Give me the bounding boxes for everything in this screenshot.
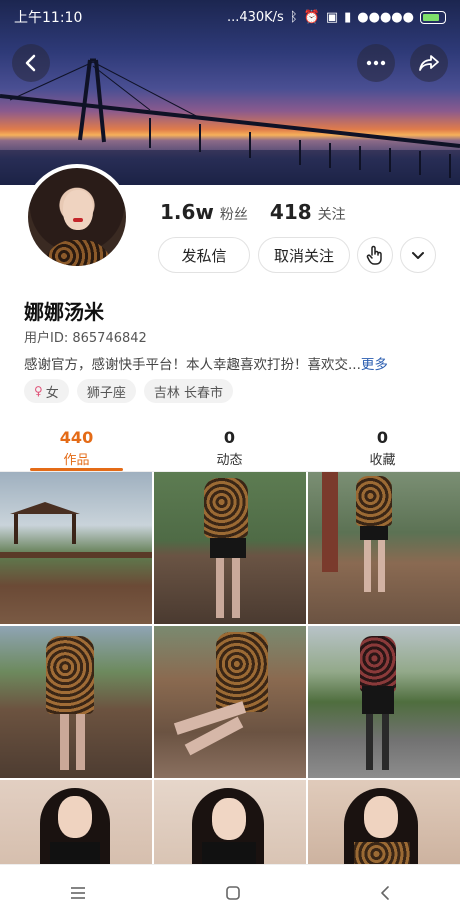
tab-moments-label: 动态 <box>216 453 243 468</box>
bio-text: 感谢官方，感谢快手平台！本人幸趣喜欢打扮！喜欢交... <box>24 357 361 373</box>
female-icon: ♀ <box>34 384 43 398</box>
tag-gender-label: 女 <box>45 385 59 401</box>
tab-favorites-label: 收藏 <box>369 453 396 468</box>
followers-label: 粉丝 <box>219 207 248 223</box>
status-bar: 上午11:10 ...430K/s ᛒ ⏰ ▣ ▮ ●●●●● <box>0 0 460 34</box>
work-thumbnail[interactable] <box>308 472 460 624</box>
profile-bio: 感谢官方，感谢快手平台！本人幸趣喜欢打扮！喜欢交...更多 <box>24 353 388 373</box>
tag-zodiac-label: 狮子座 <box>86 385 126 401</box>
gesture-button[interactable] <box>357 237 393 273</box>
followers-stat[interactable]: 1.6w 粉丝 <box>160 200 248 224</box>
work-thumbnail[interactable] <box>0 780 152 864</box>
following-label: 关注 <box>317 207 346 223</box>
tab-moments-count: 0 <box>223 428 236 447</box>
work-thumbnail[interactable] <box>154 780 306 864</box>
followers-count: 1.6w <box>160 200 214 224</box>
back-chevron-icon <box>25 54 36 72</box>
more-dots-icon <box>366 60 386 66</box>
hand-pointer-icon <box>366 245 382 265</box>
tag-location: 吉林 长春市 <box>143 379 233 403</box>
message-button[interactable]: 发私信 <box>158 237 250 273</box>
tag-zodiac: 狮子座 <box>76 379 136 403</box>
tab-favorites[interactable]: 0 收藏 <box>306 420 459 471</box>
chevron-down-icon <box>412 251 424 259</box>
network-speed: ...430K/s <box>226 9 284 25</box>
status-time: 上午11:10 <box>14 10 83 26</box>
hd-icon: ▣ <box>325 9 339 25</box>
back-button[interactable] <box>12 44 50 82</box>
tab-works-label: 作品 <box>63 453 90 468</box>
avatar[interactable] <box>24 164 130 270</box>
avatar-dress <box>43 240 113 266</box>
bio-more-link[interactable]: 更多 <box>361 357 388 373</box>
battery-icon <box>420 10 446 24</box>
tab-works-count: 440 <box>59 428 94 447</box>
profile-name: 娜娜汤米 <box>24 300 104 324</box>
expand-button[interactable] <box>400 237 436 273</box>
following-stat[interactable]: 418 关注 <box>270 200 346 224</box>
work-thumbnail[interactable] <box>308 780 460 864</box>
user-id: 用户ID: 865746842 <box>24 331 147 346</box>
avatar-face <box>63 190 93 230</box>
profile-tags: ♀ 女 狮子座 吉林 长春市 <box>24 379 233 403</box>
menu-icon[interactable] <box>69 886 87 900</box>
back-triangle-icon[interactable] <box>379 885 391 901</box>
following-count: 418 <box>269 200 312 224</box>
tab-works[interactable]: 440 作品 <box>0 420 153 471</box>
work-thumbnail[interactable] <box>154 626 306 778</box>
avatar-lips <box>73 218 83 222</box>
home-square-icon[interactable] <box>225 885 241 901</box>
profile-tabs: 440 作品 0 动态 0 收藏 <box>0 420 460 472</box>
tab-favorites-count: 0 <box>376 428 389 447</box>
tag-gender: ♀ 女 <box>24 379 69 403</box>
tag-location-label: 吉林 长春市 <box>153 385 223 401</box>
share-button[interactable] <box>410 44 448 82</box>
work-thumbnail[interactable] <box>154 472 306 624</box>
profile-stats: 1.6w 粉丝 418 关注 <box>160 200 346 224</box>
work-thumbnail[interactable] <box>0 626 152 778</box>
signal-4g-icon: ▮ <box>344 9 352 25</box>
unfollow-button[interactable]: 取消关注 <box>258 237 350 273</box>
works-grid <box>0 472 460 864</box>
bluetooth-icon: ᛒ <box>289 9 298 25</box>
tab-moments[interactable]: 0 动态 <box>153 420 306 471</box>
more-button[interactable] <box>357 44 395 82</box>
alarm-icon: ⏰ <box>303 9 320 25</box>
signal-dots: ●●●●● <box>357 9 414 25</box>
share-icon <box>419 55 439 71</box>
work-thumbnail[interactable] <box>308 626 460 778</box>
system-nav-bar <box>0 864 460 920</box>
work-thumbnail[interactable] <box>0 472 152 624</box>
